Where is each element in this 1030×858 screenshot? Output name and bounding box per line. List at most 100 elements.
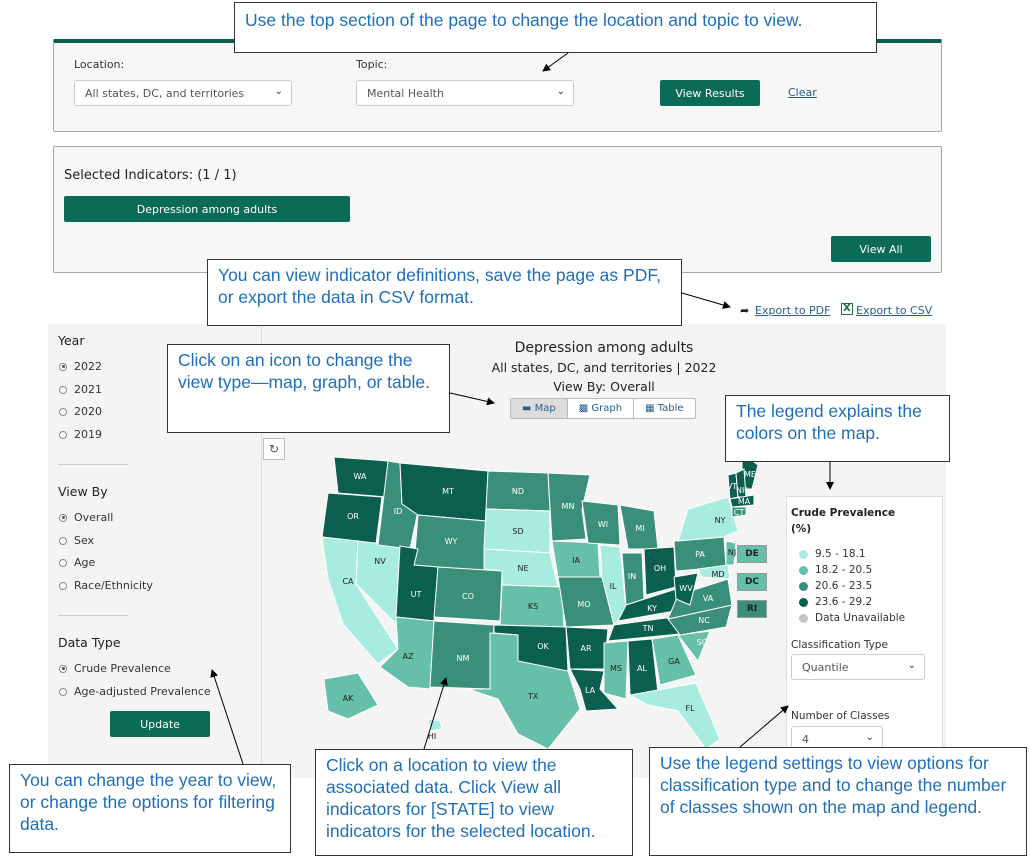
export-csv-link[interactable]: Export to CSV bbox=[856, 304, 932, 317]
year-radio-2022[interactable]: 2022 bbox=[59, 360, 102, 373]
reset-map-button[interactable]: ↻ bbox=[263, 438, 285, 460]
clear-link[interactable]: Clear bbox=[788, 86, 817, 99]
us-choropleth-map[interactable]: WA OR CA NV ID MT WY UT AZ CO NM ND SD N… bbox=[318, 449, 758, 754]
year-radio-2020[interactable]: 2020 bbox=[59, 405, 102, 418]
legend-swatch bbox=[799, 613, 808, 623]
chevron-down-icon: ⌄ bbox=[274, 86, 283, 97]
update-button[interactable]: Update bbox=[110, 711, 210, 737]
export-pdf-link[interactable]: Export to PDF bbox=[755, 304, 830, 317]
chevron-down-icon: ⌄ bbox=[556, 86, 565, 97]
state-label: OR bbox=[347, 512, 359, 521]
state-label: ID bbox=[394, 507, 403, 516]
state-label: NY bbox=[715, 516, 726, 525]
year-radio-2019[interactable]: 2019 bbox=[59, 428, 102, 441]
state-label: TX bbox=[527, 692, 539, 701]
state-box-ri[interactable]: RI bbox=[737, 600, 767, 618]
state-label: WI bbox=[598, 520, 608, 529]
state-label: PA bbox=[695, 550, 705, 559]
state-label: FL bbox=[685, 704, 695, 713]
chevron-down-icon: ⌄ bbox=[865, 732, 874, 743]
view-by-title: View By bbox=[58, 484, 108, 499]
radio-label: 2019 bbox=[74, 428, 102, 441]
share-arrow-icon: ➦ bbox=[740, 304, 750, 317]
radio-label: Overall bbox=[74, 511, 114, 524]
table-icon: ▦ bbox=[645, 403, 655, 414]
graph-view-tab[interactable]: ▩ Graph bbox=[568, 399, 635, 418]
legend-swatch bbox=[799, 597, 808, 607]
legend-item: 9.5 - 18.1 bbox=[799, 548, 866, 560]
callout-top-section: Use the top section of the page to chang… bbox=[234, 2, 877, 53]
legend-item: 23.6 - 29.2 bbox=[799, 596, 872, 608]
classification-type-select[interactable]: Quantile ⌄ bbox=[791, 654, 925, 680]
view-by-radio-race[interactable]: Race/Ethnicity bbox=[59, 579, 153, 592]
state-label: AK bbox=[343, 694, 354, 703]
view-results-button[interactable]: View Results bbox=[660, 80, 760, 106]
year-title: Year bbox=[58, 333, 85, 348]
topic-select-value: Mental Health bbox=[367, 87, 444, 100]
state-label: KS bbox=[528, 602, 538, 611]
legend-item: 18.2 - 20.5 bbox=[799, 564, 872, 576]
state-box-dc[interactable]: DC bbox=[737, 573, 767, 591]
state-label: NM bbox=[457, 654, 470, 663]
data-type-radio-age-adjusted[interactable]: Age-adjusted Prevalence bbox=[59, 685, 211, 698]
number-of-classes-label: Number of Classes bbox=[791, 710, 890, 722]
state-label: NH bbox=[736, 486, 748, 495]
location-select[interactable]: All states, DC, and territories ⌄ bbox=[74, 80, 292, 106]
data-type-title: Data Type bbox=[58, 635, 121, 650]
state-label: NE bbox=[517, 564, 528, 573]
tab-label: Graph bbox=[591, 403, 623, 414]
state-label: SC bbox=[697, 638, 708, 647]
reset-icon: ↻ bbox=[268, 442, 280, 456]
radio-label: Crude Prevalence bbox=[74, 662, 171, 675]
legend-label: 18.2 - 20.5 bbox=[815, 564, 873, 576]
selected-indicators-panel: Selected Indicators: (1 / 1) Depression … bbox=[53, 146, 942, 273]
data-type-radio-crude[interactable]: Crude Prevalence bbox=[59, 662, 171, 675]
selected-indicators-heading: Selected Indicators: (1 / 1) bbox=[64, 168, 237, 183]
topic-label: Topic: bbox=[356, 58, 388, 71]
legend-title: Crude Prevalence (%) bbox=[791, 507, 896, 535]
state-label: GA bbox=[668, 657, 680, 666]
state-label: AL bbox=[637, 664, 647, 673]
state-HI bbox=[427, 718, 443, 732]
state-label: WA bbox=[354, 472, 367, 481]
state-label: MD bbox=[711, 570, 724, 579]
view-by-radio-overall[interactable]: Overall bbox=[59, 511, 113, 524]
state-label: ND bbox=[512, 487, 524, 496]
legend-swatch bbox=[799, 565, 808, 575]
state-label: AZ bbox=[403, 652, 414, 661]
map-view-tab[interactable]: ▬ Map bbox=[511, 399, 568, 418]
callout-view-icons: Click on an icon to change the view type… bbox=[167, 344, 450, 433]
state-label: IL bbox=[610, 582, 617, 591]
state-label: UT bbox=[411, 590, 422, 599]
location-label: Location: bbox=[74, 58, 125, 71]
state-label: IN bbox=[628, 572, 636, 581]
view-all-button[interactable]: View All bbox=[831, 236, 931, 262]
callout-location-click: Click on a location to view the associat… bbox=[315, 749, 633, 856]
map-icon: ▬ bbox=[522, 403, 532, 414]
chevron-down-icon: ⌄ bbox=[907, 660, 916, 671]
state-label: WV bbox=[679, 584, 693, 593]
state-label: KY bbox=[647, 604, 657, 613]
location-select-value: All states, DC, and territories bbox=[85, 87, 245, 100]
state-box-de[interactable]: DE bbox=[737, 545, 767, 563]
state-label: MA bbox=[738, 497, 751, 506]
view-by-radio-sex[interactable]: Sex bbox=[59, 534, 94, 547]
year-radio-2021[interactable]: 2021 bbox=[59, 383, 102, 396]
callout-export: You can view indicator definitions, save… bbox=[207, 259, 682, 326]
view-by-radio-age[interactable]: Age bbox=[59, 556, 95, 569]
indicator-depression-button[interactable]: Depression among adults bbox=[64, 196, 350, 222]
state-FL bbox=[628, 682, 721, 750]
legend-label: 23.6 - 29.2 bbox=[815, 596, 873, 608]
state-label: VA bbox=[703, 594, 714, 603]
state-label: MO bbox=[577, 600, 590, 609]
state-label: OH bbox=[654, 564, 666, 573]
topic-select[interactable]: Mental Health ⌄ bbox=[356, 80, 574, 106]
state-label: WY bbox=[445, 537, 458, 546]
tab-label: Table bbox=[657, 403, 684, 414]
state-label: OK bbox=[537, 642, 549, 651]
table-view-tab[interactable]: ▦ Table bbox=[634, 399, 695, 418]
legend-swatch bbox=[799, 581, 808, 591]
callout-year-options: You can change the year to view, or chan… bbox=[9, 764, 291, 853]
classes-select-value: 4 bbox=[802, 733, 809, 746]
bar-chart-icon: ▩ bbox=[578, 403, 589, 414]
